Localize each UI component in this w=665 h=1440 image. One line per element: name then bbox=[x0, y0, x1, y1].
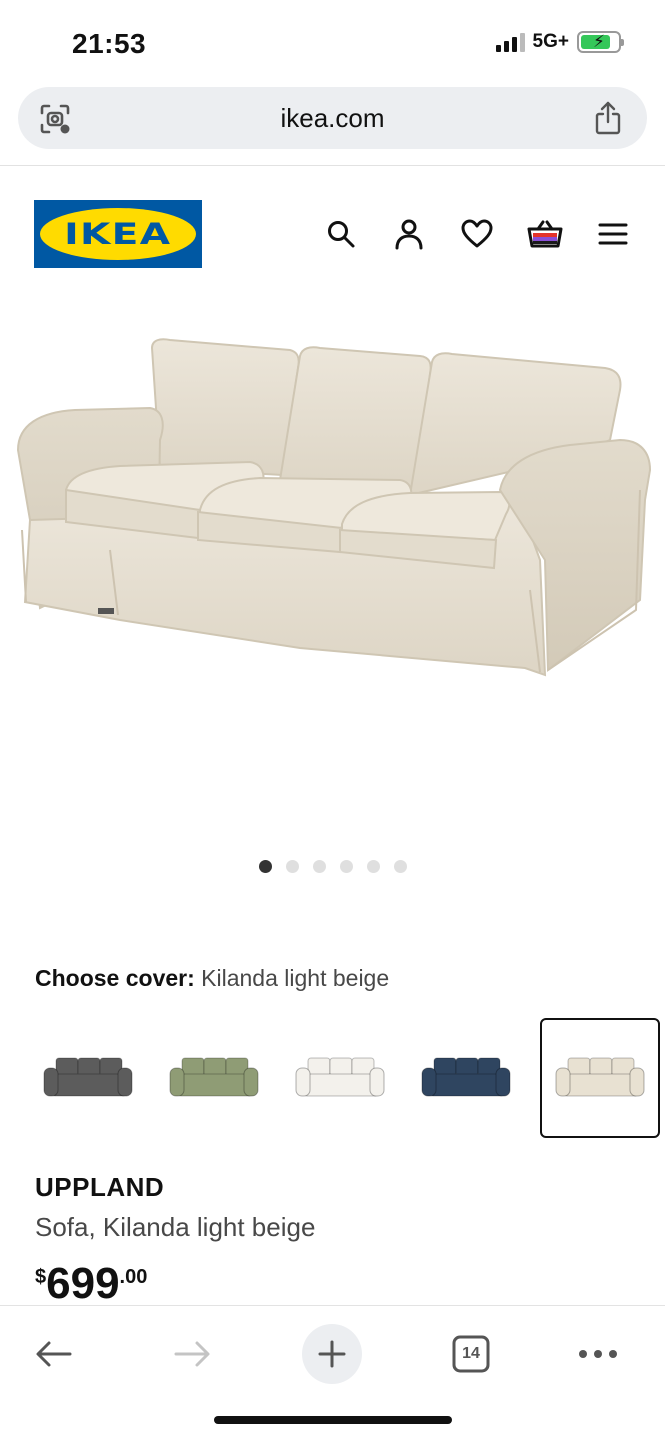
price-decimal: .00 bbox=[119, 1266, 148, 1288]
product-description: Sofa, Kilanda light beige bbox=[35, 1212, 316, 1242]
sofa-thumbnail-icon bbox=[295, 1057, 385, 1097]
header-divider bbox=[0, 165, 665, 166]
product-image[interactable] bbox=[0, 290, 665, 830]
gallery-dot[interactable] bbox=[339, 860, 353, 873]
product-name: UPPLAND bbox=[35, 1172, 165, 1202]
choose-cover-value: Kilanda light beige bbox=[201, 965, 390, 991]
cover-swatch[interactable] bbox=[406, 1018, 526, 1138]
price-whole: 699 bbox=[46, 1259, 120, 1308]
back-arrow-icon[interactable] bbox=[24, 1324, 84, 1384]
url-text[interactable]: ikea.com bbox=[18, 103, 647, 134]
sofa-thumbnail-icon bbox=[555, 1057, 645, 1097]
cover-swatch[interactable] bbox=[154, 1018, 274, 1138]
gallery-dot[interactable] bbox=[285, 860, 299, 873]
cover-swatches bbox=[28, 1018, 660, 1138]
more-icon[interactable] bbox=[568, 1324, 628, 1384]
forward-arrow-icon[interactable] bbox=[162, 1324, 222, 1384]
header-nav bbox=[0, 214, 665, 254]
tab-count: 14 bbox=[462, 1345, 480, 1362]
home-indicator bbox=[214, 1416, 452, 1424]
share-icon[interactable] bbox=[593, 100, 623, 141]
search-icon[interactable] bbox=[321, 214, 361, 254]
menu-icon[interactable] bbox=[593, 214, 633, 254]
gallery-dot[interactable] bbox=[312, 860, 326, 873]
status-bar: 21:53 5G+ ⚡ bbox=[0, 0, 665, 84]
account-icon[interactable] bbox=[389, 214, 429, 254]
cover-swatch[interactable] bbox=[280, 1018, 400, 1138]
gallery-dot[interactable] bbox=[393, 860, 407, 873]
heart-icon[interactable] bbox=[457, 214, 497, 254]
cover-swatch[interactable] bbox=[28, 1018, 148, 1138]
gallery-pagination[interactable] bbox=[0, 860, 665, 873]
network-label: 5G+ bbox=[532, 31, 569, 52]
gallery-dot[interactable] bbox=[258, 860, 272, 873]
choose-cover-title: Choose cover: bbox=[35, 965, 195, 991]
tabs-icon[interactable]: 14 bbox=[441, 1324, 501, 1384]
url-bar[interactable]: ikea.com bbox=[18, 87, 647, 149]
battery-icon: ⚡ bbox=[577, 31, 624, 53]
choose-cover-label: Choose cover: Kilanda light beige bbox=[35, 965, 389, 992]
cart-icon[interactable] bbox=[525, 214, 565, 254]
sofa-thumbnail-icon bbox=[421, 1057, 511, 1097]
gallery-dot[interactable] bbox=[366, 860, 380, 873]
signal-icon bbox=[495, 32, 525, 52]
status-time: 21:53 bbox=[72, 28, 147, 59]
price-currency: $ bbox=[35, 1266, 47, 1288]
sofa-thumbnail-icon bbox=[169, 1057, 259, 1097]
sofa-thumbnail-icon bbox=[43, 1057, 133, 1097]
status-indicators: 5G+ ⚡ bbox=[495, 31, 624, 53]
cover-swatch[interactable] bbox=[540, 1018, 660, 1138]
plus-icon[interactable] bbox=[302, 1324, 362, 1384]
product-price: $ 699 .00 bbox=[35, 1258, 147, 1310]
